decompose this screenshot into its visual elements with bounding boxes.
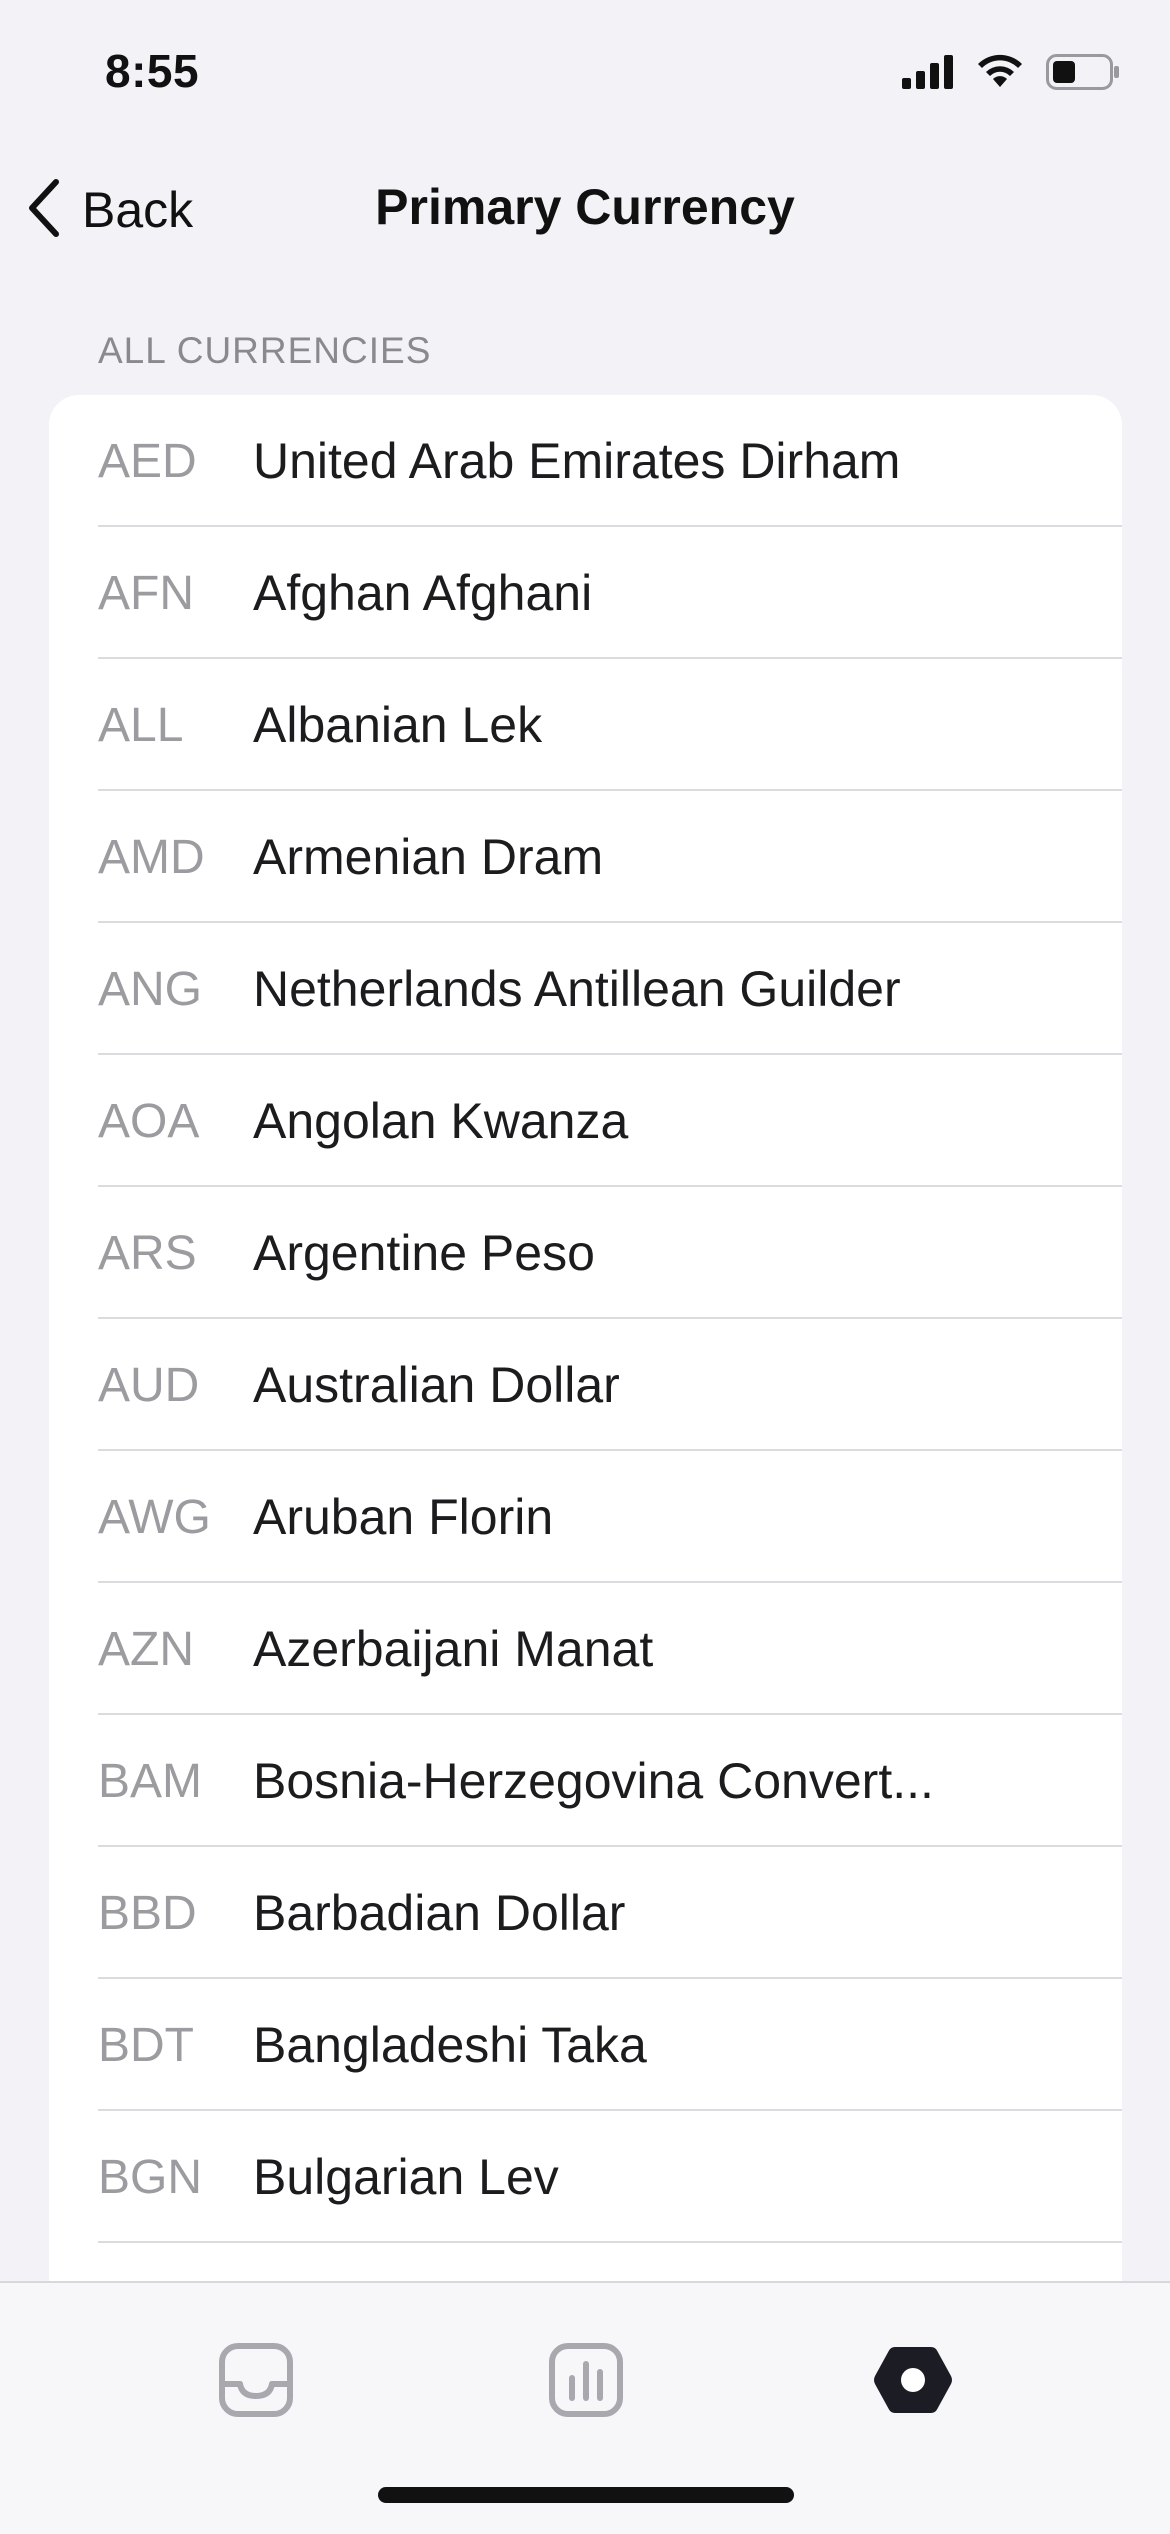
home-indicator xyxy=(378,2487,794,2503)
currency-code: AED xyxy=(98,434,197,488)
currency-name: Armenian Dram xyxy=(253,829,604,885)
currency-name: Barbadian Dollar xyxy=(253,1885,626,1941)
currency-name: Bulgarian Lev xyxy=(253,2149,559,2205)
wifi-icon xyxy=(976,54,1024,95)
settings-hexagon-icon xyxy=(873,2343,953,2422)
navigation-bar: Back Primary Currency xyxy=(0,160,1170,260)
currency-name: United Arab Emirates Dirham xyxy=(253,433,901,489)
status-bar: 8:55 xyxy=(0,0,1170,150)
currency-row[interactable]: ALL Albanian Lek xyxy=(49,659,1122,791)
currency-name: Argentine Peso xyxy=(253,1225,595,1281)
cellular-signal-icon xyxy=(902,54,954,94)
currency-row[interactable]: AOA Angolan Kwanza xyxy=(49,1055,1122,1187)
currency-name: Afghan Afghani xyxy=(253,565,593,621)
currency-name: Netherlands Antillean Guilder xyxy=(253,961,901,1017)
currency-row[interactable]: AMD Armenian Dram xyxy=(49,791,1122,923)
currency-code: AWG xyxy=(98,1490,211,1544)
bar-chart-icon xyxy=(548,2342,624,2423)
currency-name: Australian Dollar xyxy=(253,1357,620,1413)
currency-row[interactable]: ARS Argentine Peso xyxy=(49,1187,1122,1319)
tab-stats[interactable] xyxy=(531,2327,641,2437)
tab-settings[interactable] xyxy=(858,2327,968,2437)
currency-code: ANG xyxy=(98,962,203,1016)
currency-row[interactable]: AUD Australian Dollar xyxy=(49,1319,1122,1451)
currency-name: Angolan Kwanza xyxy=(253,1093,629,1149)
page-title: Primary Currency xyxy=(375,179,795,235)
currency-code: BDT xyxy=(98,2018,194,2072)
currency-name: Albanian Lek xyxy=(253,697,543,753)
currency-list: AED United Arab Emirates Dirham AFN Afghan … xyxy=(49,395,1122,2295)
status-time: 8:55 xyxy=(105,45,200,97)
currency-code: AFN xyxy=(98,566,194,620)
currency-row[interactable]: BDT Bangladeshi Taka xyxy=(49,1979,1122,2111)
currency-row[interactable]: AWG Aruban Florin xyxy=(49,1451,1122,1583)
currency-row[interactable]: AZN Azerbaijani Manat xyxy=(49,1583,1122,1715)
currency-code: AUD xyxy=(98,1358,200,1412)
tab-inbox[interactable] xyxy=(201,2327,311,2437)
inbox-tray-icon xyxy=(218,2342,294,2423)
currency-row[interactable]: BAM Bosnia-Herzegovina Convert... xyxy=(49,1715,1122,1847)
currency-row[interactable]: BBD Barbadian Dollar xyxy=(49,1847,1122,1979)
currency-code: AOA xyxy=(98,1094,200,1148)
currency-code: BBD xyxy=(98,1886,197,1940)
currency-code: ARS xyxy=(98,1226,197,1280)
currency-name: Bosnia-Herzegovina Convert... xyxy=(253,1753,934,1809)
currency-name: Bangladeshi Taka xyxy=(253,2017,647,2073)
currency-code: BAM xyxy=(98,1754,203,1808)
currency-row[interactable]: AED United Arab Emirates Dirham xyxy=(49,395,1122,527)
currency-code: AMD xyxy=(98,830,205,884)
currency-name: Aruban Florin xyxy=(253,1489,554,1545)
section-header: ALL CURRENCIES xyxy=(98,330,432,371)
currency-code: ALL xyxy=(98,698,184,752)
currency-name: Azerbaijani Manat xyxy=(253,1621,654,1677)
currency-row[interactable]: AFN Afghan Afghani xyxy=(49,527,1122,659)
currency-code: AZN xyxy=(98,1622,194,1676)
battery-icon xyxy=(1046,53,1120,95)
currency-row[interactable]: ANG Netherlands Antillean Guilder xyxy=(49,923,1122,1055)
currency-row[interactable]: BGN Bulgarian Lev xyxy=(49,2111,1122,2243)
currency-code: BGN xyxy=(98,2150,203,2204)
status-icons xyxy=(902,53,1120,95)
